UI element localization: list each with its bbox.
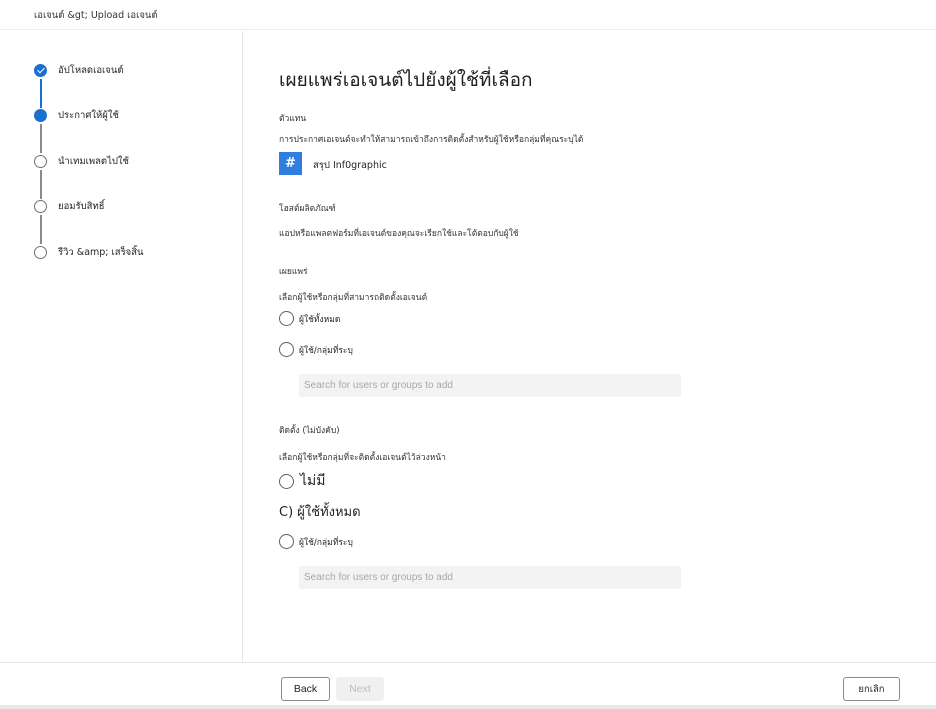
step-review-finish[interactable]: รีวิว &amp; เสร็จสิ้น (34, 244, 144, 260)
step-connector (40, 79, 42, 108)
step-pending-icon (34, 154, 47, 168)
step-pending-icon (34, 199, 47, 213)
step-label: ยอมรับสิทธิ์ (58, 200, 105, 212)
step-announce-to-users[interactable]: ประกาศให้ผู้ใช้ (34, 107, 119, 123)
radio-label: ผู้ใช้ทั้งหมด (299, 314, 341, 325)
radio-label: ผู้ใช้/กลุ่มที่ระบุ (299, 345, 353, 356)
step-complete-check-icon (34, 63, 47, 77)
step-connector (40, 215, 42, 244)
cancel-button[interactable]: ยกเลิก (843, 677, 900, 701)
breadcrumb[interactable]: เอเจนต์ &gt; Upload เอเจนต์ (34, 8, 158, 23)
install-option-none[interactable]: ไม่มี (279, 470, 326, 492)
step-current-icon (34, 108, 47, 122)
agent-name: สรุป Inf0graphic (313, 160, 387, 171)
step-apply-template[interactable]: นำเทมเพลตไปใช้ (34, 153, 129, 169)
radio-icon[interactable] (279, 473, 294, 489)
representative-description: การประกาศเอเจนต์จะทำให้สามารถเข้าถึงการต… (279, 135, 584, 145)
install-description: เลือกผู้ใช้หรือกลุ่มที่จะติดตั้งเอเจนต์ไ… (279, 453, 446, 463)
bottom-edge-divider (0, 705, 936, 709)
radio-icon[interactable] (279, 534, 294, 549)
representative-label: ตัวแทน (279, 114, 307, 124)
step-pending-icon (34, 245, 47, 259)
install-option-all-users-text[interactable]: C) ผู้ใช้ทั้งหมด (279, 501, 361, 522)
breadcrumb-bar: เอเจนต์ &gt; Upload เอเจนต์ (0, 0, 936, 30)
install-option-specific-users[interactable]: ผู้ใช้/กลุ่มที่ระบุ (279, 534, 353, 549)
step-connector (40, 124, 42, 153)
publish-search-input[interactable] (299, 374, 681, 397)
step-label: รีวิว &amp; เสร็จสิ้น (58, 246, 144, 258)
next-button[interactable]: Next (336, 677, 384, 701)
publish-label: เผยแพร่ (279, 267, 308, 277)
radio-icon[interactable] (279, 311, 294, 326)
radio-label: ไม่มี (300, 473, 326, 489)
step-connector (40, 170, 42, 199)
agent-hash-icon: # (279, 152, 302, 175)
footer-bar: Back Next ยกเลิก (0, 662, 936, 709)
back-button[interactable]: Back (281, 677, 330, 701)
step-label: ประกาศให้ผู้ใช้ (58, 109, 119, 121)
publish-option-all-users[interactable]: ผู้ใช้ทั้งหมด (279, 311, 340, 326)
install-search-input[interactable] (299, 566, 681, 589)
step-upload-agent[interactable]: อัปโหลดเอเจนต์ (34, 62, 124, 78)
wizard-steps-sidebar: อัปโหลดเอเจนต์ ประกาศให้ผู้ใช้ นำเทมเพลต… (0, 31, 243, 662)
install-label: ติดตั้ง (ไม่บังคับ) (279, 426, 340, 436)
publish-option-specific-users[interactable]: ผู้ใช้/กลุ่มที่ระบุ (279, 342, 353, 357)
step-accept-permissions[interactable]: ยอมรับสิทธิ์ (34, 198, 105, 214)
step-label: นำเทมเพลตไปใช้ (58, 155, 129, 167)
radio-icon[interactable] (279, 342, 294, 357)
radio-label: ผู้ใช้/กลุ่มที่ระบุ (299, 537, 353, 548)
publish-description: เลือกผู้ใช้หรือกลุ่มที่สามารถติดตั้งเอเจ… (279, 293, 428, 303)
page-title: เผยแพร่เอเจนต์ไปยังผู้ใช้ที่เลือก (279, 69, 533, 91)
host-label: โฮสต์ผลิตภัณฑ์ (279, 204, 336, 214)
host-description: แอปหรือแพลตฟอร์มที่เอเจนต์ของคุณจะเรียกใ… (279, 229, 519, 239)
step-label: อัปโหลดเอเจนต์ (58, 64, 124, 76)
